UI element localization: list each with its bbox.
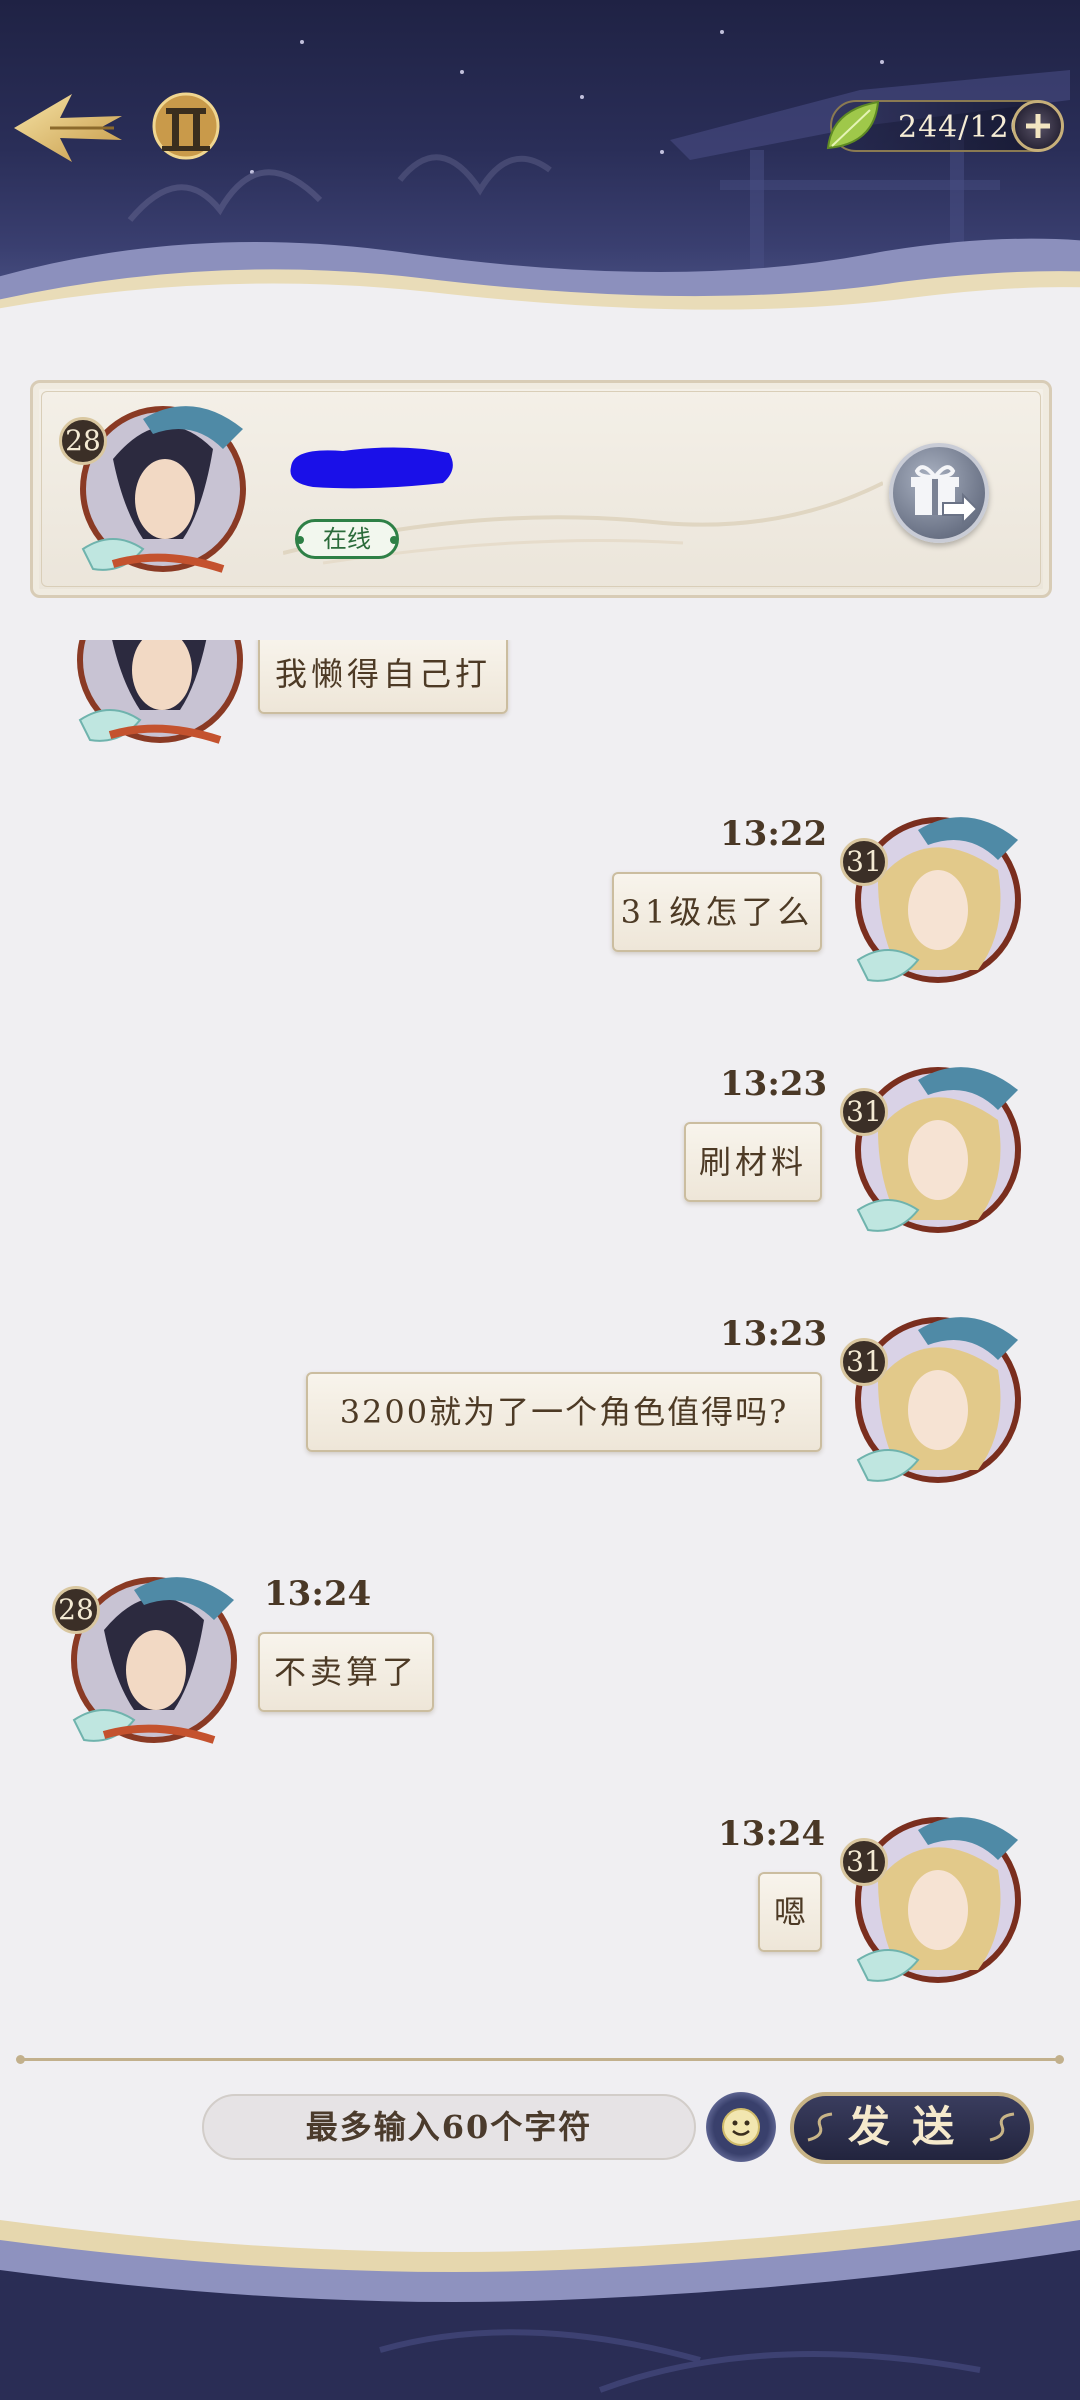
energy-value: 244/120 xyxy=(898,110,1030,145)
message-timestamp: 13:23 xyxy=(720,1064,828,1104)
message-bubble: 不卖算了 xyxy=(258,1632,434,1712)
footer-wave xyxy=(0,2200,1080,2400)
self-level-badge: 31 xyxy=(840,1838,888,1886)
friend-level-badge: 28 xyxy=(52,1586,100,1634)
self-avatar[interactable] xyxy=(838,1300,1038,1500)
message-bubble: 嗯 xyxy=(758,1872,822,1952)
message-bubble: 3200就为了一个角色值得吗? xyxy=(306,1372,822,1452)
swirl-decoration xyxy=(807,2112,833,2142)
gift-button[interactable] xyxy=(889,443,989,543)
back-arrow-icon[interactable] xyxy=(10,86,130,170)
self-avatar[interactable] xyxy=(838,800,1038,1000)
friend-card: 28 在线 xyxy=(30,380,1052,598)
send-button[interactable]: 发送 xyxy=(790,2092,1034,2164)
star xyxy=(460,70,464,74)
self-avatar[interactable] xyxy=(838,1050,1038,1250)
gate-icon[interactable] xyxy=(150,90,222,162)
online-status-badge: 在线 xyxy=(295,519,399,559)
energy-counter: 244/120 xyxy=(826,100,1064,152)
message-timestamp: 13:23 xyxy=(720,1314,828,1354)
self-level-badge: 31 xyxy=(840,838,888,886)
star xyxy=(300,40,304,44)
emoji-button[interactable] xyxy=(706,2092,776,2162)
top-bar: 244/120 xyxy=(0,0,1080,330)
self-level-badge: 31 xyxy=(840,1088,888,1136)
friend-name xyxy=(290,447,453,489)
message-timestamp: 13:24 xyxy=(718,1814,826,1854)
leaf-icon xyxy=(826,100,880,150)
chat-message: 我懒得自己打 xyxy=(0,640,1080,760)
star xyxy=(580,95,584,99)
message-bubble: 31级怎了么 xyxy=(612,872,822,952)
gift-icon xyxy=(911,465,979,526)
message-bubble: 我懒得自己打 xyxy=(258,640,508,714)
message-timestamp: 13:24 xyxy=(264,1574,372,1614)
self-avatar[interactable] xyxy=(838,1800,1038,2000)
input-divider xyxy=(16,2055,1064,2064)
emoji-icon xyxy=(722,2108,760,2146)
friend-level-badge: 28 xyxy=(59,417,107,465)
friend-avatar[interactable] xyxy=(50,640,250,760)
self-level-badge: 31 xyxy=(840,1338,888,1386)
message-bubble: 刷材料 xyxy=(684,1122,822,1202)
message-input[interactable]: 最多输入60个字符 xyxy=(202,2094,696,2160)
message-timestamp: 13:22 xyxy=(720,814,828,854)
send-label: 发送 xyxy=(847,2102,976,2151)
plus-icon[interactable] xyxy=(1012,100,1064,152)
header-wave xyxy=(0,238,1080,330)
swirl-decoration xyxy=(989,2112,1015,2142)
